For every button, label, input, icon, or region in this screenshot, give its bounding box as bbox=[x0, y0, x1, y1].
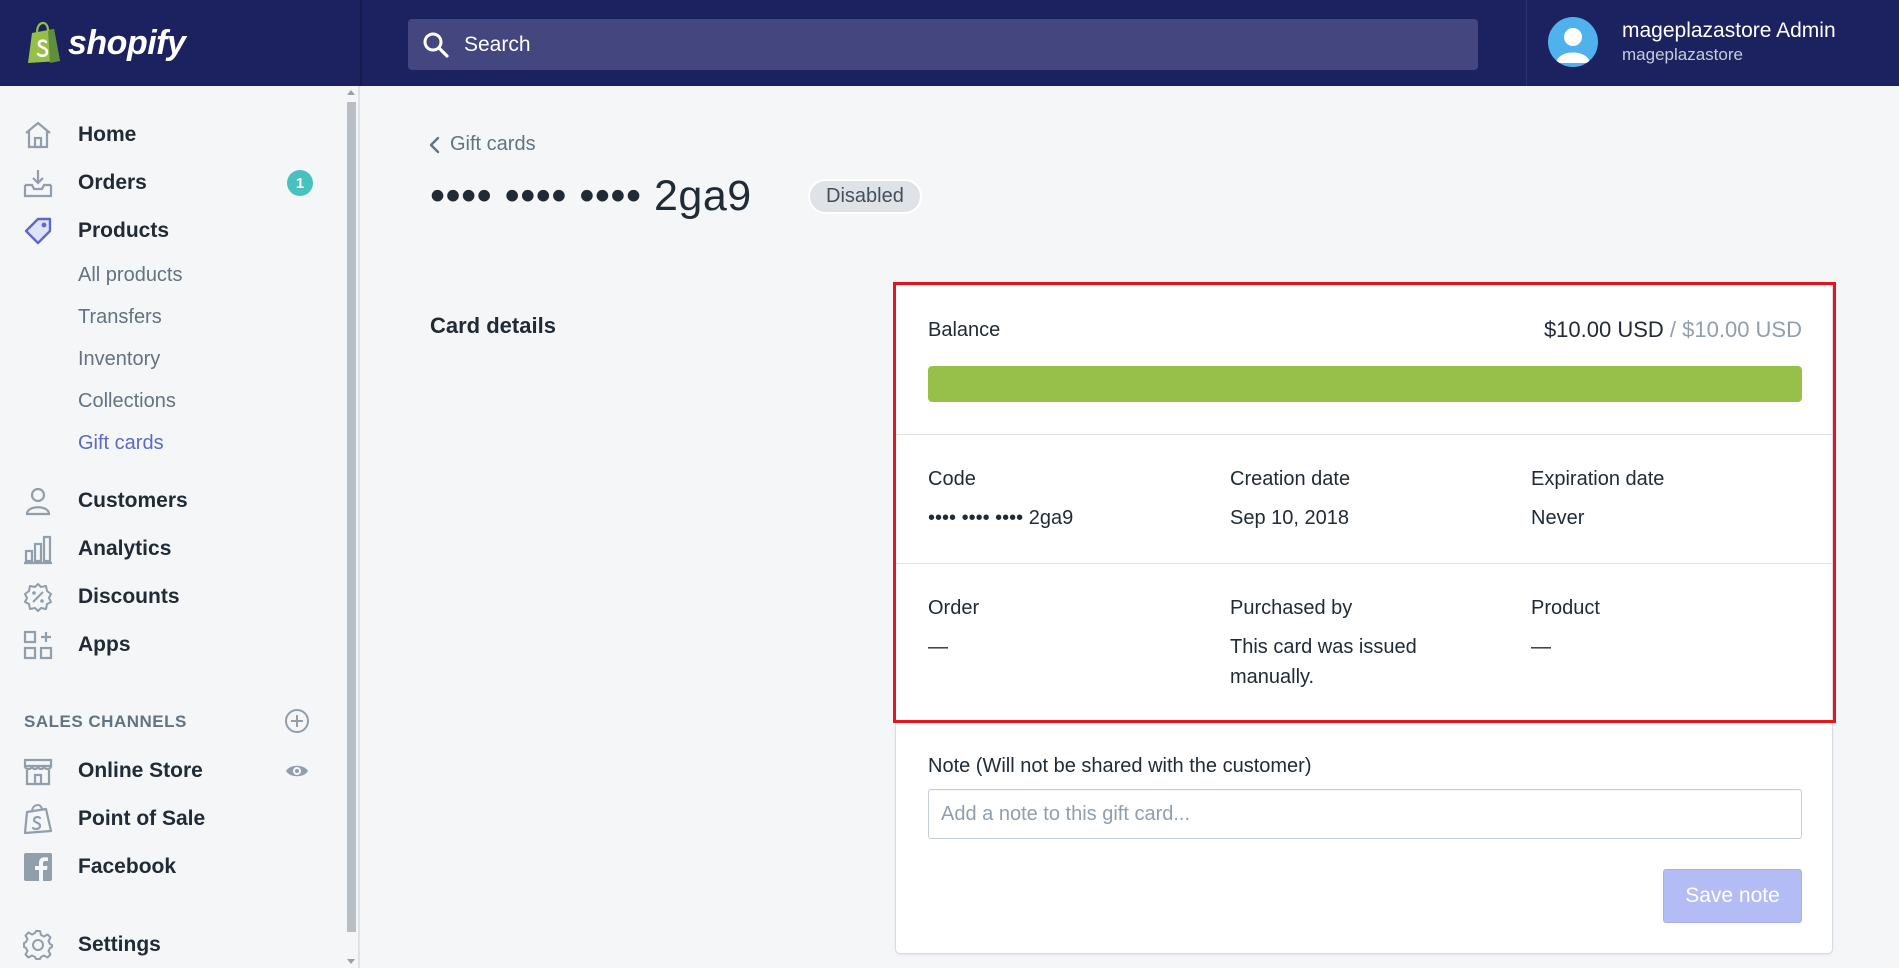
nav-label: Settings bbox=[78, 933, 161, 956]
expiration-date-label: Expiration date bbox=[1531, 468, 1665, 490]
store-icon bbox=[23, 758, 53, 786]
divider bbox=[896, 563, 1832, 564]
divider bbox=[360, 0, 362, 86]
shopify-bag-icon bbox=[28, 21, 60, 63]
bar-chart-icon bbox=[24, 535, 52, 565]
nav-label: Discounts bbox=[78, 585, 180, 608]
page-title: •••• •••• •••• 2ga9 bbox=[430, 172, 752, 220]
nav-item-point-of-sale[interactable]: Point of Sale bbox=[0, 797, 344, 841]
orders-count-badge: 1 bbox=[287, 170, 313, 196]
divider bbox=[358, 86, 360, 968]
nav-label: Apps bbox=[78, 633, 131, 656]
sales-channels-title: SALES CHANNELS bbox=[24, 712, 187, 731]
nav-label: Home bbox=[78, 123, 137, 146]
eye-icon[interactable] bbox=[284, 758, 310, 784]
nav-label: Online Store bbox=[78, 759, 203, 782]
section-heading: Card details bbox=[430, 313, 556, 338]
tag-icon bbox=[24, 217, 52, 245]
divider bbox=[1526, 0, 1527, 86]
logo-text: shopify bbox=[68, 23, 186, 62]
sub-item-transfers[interactable]: Transfers bbox=[78, 306, 162, 329]
nav-label: Products bbox=[78, 219, 170, 242]
note-input[interactable] bbox=[928, 789, 1802, 839]
nav-item-products[interactable]: Products bbox=[0, 209, 344, 253]
balance-separator: / bbox=[1663, 317, 1683, 342]
nav-item-apps[interactable]: Apps bbox=[0, 623, 344, 667]
add-circle-icon[interactable] bbox=[284, 708, 310, 734]
user-menu[interactable]: mageplazastore Admin mageplazastore bbox=[1548, 17, 1836, 67]
breadcrumb[interactable]: Gift cards bbox=[428, 133, 536, 156]
save-note-button[interactable]: Save note bbox=[1663, 869, 1802, 923]
nav-label: Customers bbox=[78, 489, 188, 512]
search-icon bbox=[423, 32, 449, 58]
balance-progress-bar bbox=[928, 366, 1802, 402]
product-label: Product bbox=[1531, 597, 1600, 619]
balance-current: $10.00 USD bbox=[1543, 317, 1664, 342]
search-input[interactable] bbox=[464, 32, 1364, 57]
note-label: Note (Will not be shared with the custom… bbox=[928, 755, 1312, 777]
chevron-left-icon bbox=[429, 136, 440, 153]
pos-bag-icon bbox=[23, 803, 53, 835]
nav-item-discounts[interactable]: Discounts bbox=[0, 575, 344, 619]
divider bbox=[896, 434, 1832, 435]
top-bar: shopify mageplazastore Admin mageplazast… bbox=[0, 0, 1899, 86]
expiration-date-value: Never bbox=[1531, 507, 1585, 529]
sub-item-all-products[interactable]: All products bbox=[78, 264, 183, 287]
balance-label: Balance bbox=[928, 319, 1001, 341]
discount-icon bbox=[24, 583, 52, 612]
user-store: mageplazastore bbox=[1622, 45, 1743, 64]
nav-item-settings[interactable]: Settings bbox=[0, 923, 344, 967]
gear-icon bbox=[23, 930, 53, 960]
nav-item-analytics[interactable]: Analytics bbox=[0, 527, 344, 571]
purchased-by-value: This card was issued manually. bbox=[1230, 636, 1417, 688]
facebook-icon bbox=[24, 853, 52, 881]
nav-label: Facebook bbox=[78, 855, 177, 878]
nav-item-home[interactable]: Home bbox=[0, 113, 344, 157]
nav-label: Orders bbox=[78, 171, 147, 194]
status-badge: Disabled bbox=[808, 179, 922, 214]
breadcrumb-label: Gift cards bbox=[450, 133, 536, 155]
home-icon bbox=[25, 121, 51, 149]
sidebar-scrollbar[interactable] bbox=[344, 86, 358, 968]
nav-item-customers[interactable]: Customers bbox=[0, 479, 344, 523]
creation-date-label: Creation date bbox=[1230, 468, 1351, 490]
search-bar[interactable] bbox=[408, 19, 1478, 70]
code-value: •••• •••• •••• 2ga9 bbox=[928, 507, 1074, 529]
user-name: mageplazastore Admin bbox=[1622, 19, 1836, 42]
nav-label: Point of Sale bbox=[78, 807, 206, 830]
order-value: — bbox=[928, 636, 948, 658]
person-icon bbox=[25, 487, 51, 516]
apps-grid-icon bbox=[23, 630, 53, 660]
scrollbar-thumb[interactable] bbox=[347, 102, 356, 932]
progress-fill bbox=[928, 366, 1802, 402]
avatar bbox=[1548, 17, 1598, 67]
scroll-down-arrow-icon[interactable] bbox=[347, 959, 355, 964]
sub-item-gift-cards[interactable]: Gift cards bbox=[78, 432, 164, 455]
logo[interactable]: shopify bbox=[0, 0, 360, 86]
avatar-person-icon bbox=[1556, 28, 1590, 63]
sub-item-collections[interactable]: Collections bbox=[78, 390, 176, 413]
purchased-by-label: Purchased by bbox=[1230, 597, 1353, 619]
code-label: Code bbox=[928, 468, 976, 490]
orders-icon bbox=[23, 170, 53, 198]
balance-value: $10.00 USD / $10.00 USD bbox=[1544, 317, 1802, 343]
sub-item-inventory[interactable]: Inventory bbox=[78, 348, 160, 371]
nav-item-facebook[interactable]: Facebook bbox=[0, 845, 344, 889]
scroll-up-arrow-icon[interactable] bbox=[347, 90, 355, 95]
order-label: Order bbox=[928, 597, 980, 619]
nav-label: Analytics bbox=[78, 537, 172, 560]
product-value: — bbox=[1531, 636, 1551, 658]
balance-initial: $10.00 USD bbox=[1682, 317, 1802, 342]
creation-date-value: Sep 10, 2018 bbox=[1230, 507, 1349, 529]
